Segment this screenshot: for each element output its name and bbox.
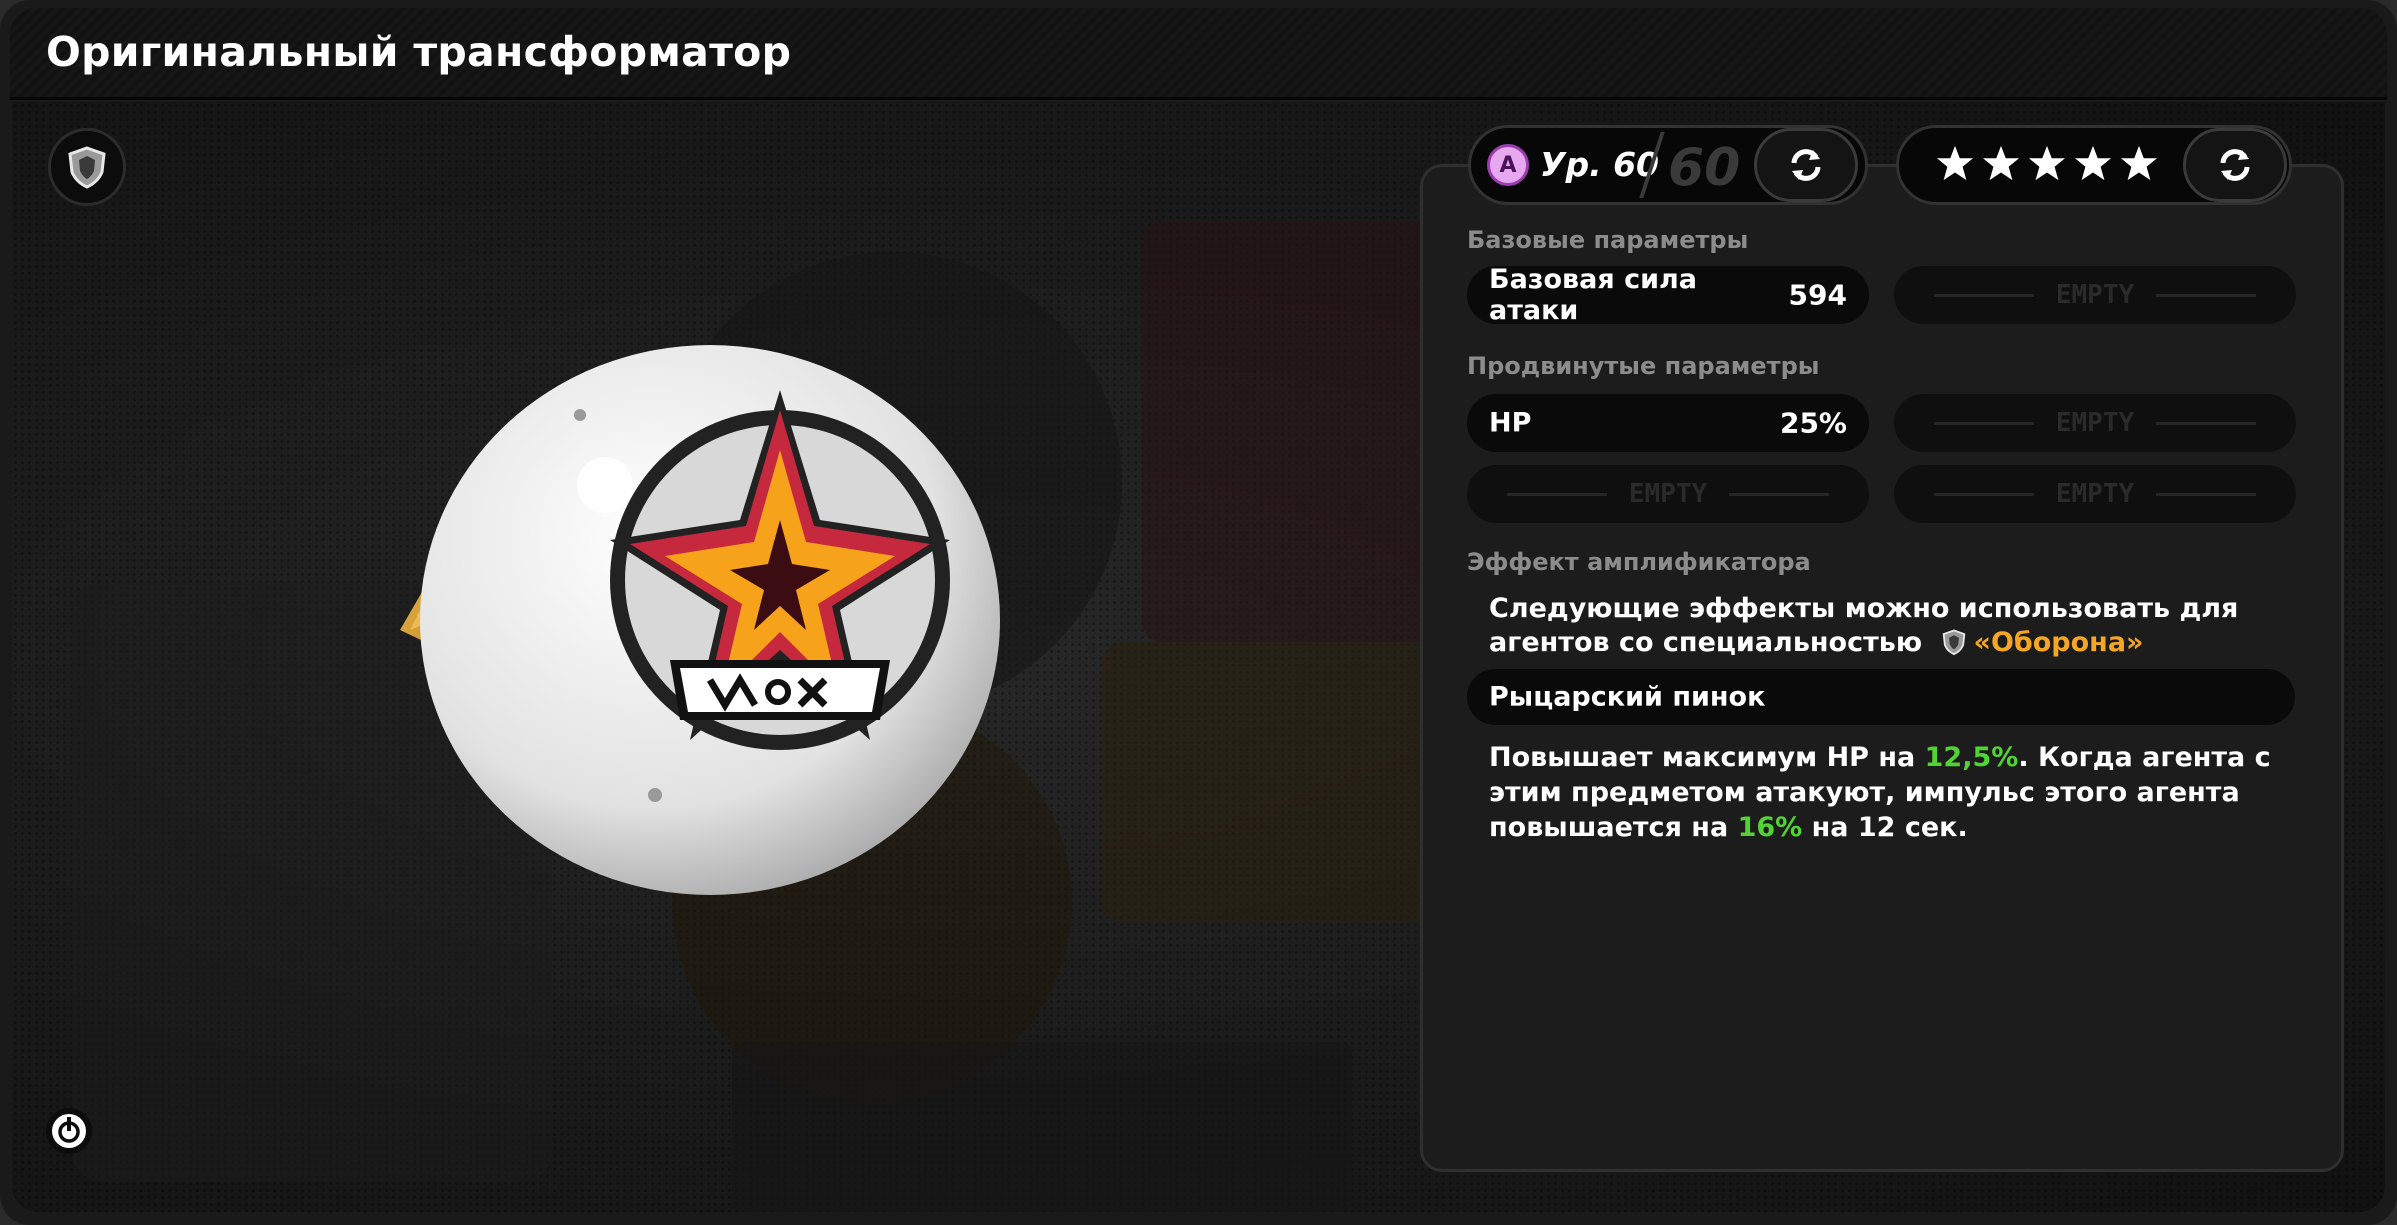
stat-value: 594 [1788,278,1847,312]
power-button[interactable] [46,1108,92,1154]
skill-name: Рыцарский пинок [1489,681,1766,713]
amplifier-description: Следующие эффекты можно использовать для… [1489,592,2289,660]
empty-label: EMPTY [2055,479,2135,509]
specialty-name: «Оборона» [1973,627,2144,658]
empty-stat-slot: EMPTY [1894,394,2296,452]
page-title: Оригинальный трансформатор [46,28,792,76]
advanced-params-label: Продвинутые параметры [1467,352,1820,380]
rank-badge: A [1487,144,1529,186]
title-bar: Оригинальный трансформатор [10,8,2387,100]
rating-stars [1936,144,2158,182]
base-params-label: Базовые параметры [1467,226,1749,254]
stat-name: Базовая сила атаки [1489,264,1697,326]
base-attack-stat: Базовая сила атаки 594 [1467,264,1869,326]
skill-value: 12,5% [1924,742,2019,773]
shield-icon [68,146,106,189]
power-icon [52,1114,86,1148]
item-detail-window: Оригинальный трансформатор A Ур. 60 60 Б… [0,0,2397,1225]
amplifier-effect-label: Эффект амплификатора [1467,548,1811,576]
shield-icon [1942,629,1965,656]
level-refresh-button[interactable] [1754,128,1858,202]
empty-stat-slot: EMPTY [1894,266,2296,324]
empty-label: EMPTY [2055,408,2135,438]
stat-name: HP [1489,407,1532,439]
star-icon [1936,145,1974,181]
star-icon [2028,145,2066,181]
skill-text: Повышает максимум HP на [1489,742,1925,773]
item-model-disc[interactable] [390,340,1030,900]
empty-stat-slot: EMPTY [1467,465,1869,523]
refresh-icon [1791,149,1821,181]
skill-value: 16% [1737,812,1803,843]
star-icon [2120,145,2158,181]
specialty-filter-button[interactable] [48,128,126,206]
hp-stat: HP 25% [1467,394,1869,452]
empty-label: EMPTY [1628,479,1708,509]
level-max: 60 [1668,138,1741,198]
refresh-icon [2220,149,2250,181]
skill-description: Повышает максимум HP на 12,5%. Когда аге… [1489,740,2279,845]
level-current: Ур. 60 [1540,145,1660,184]
stat-value: 25% [1779,406,1847,440]
skill-name-pill: Рыцарский пинок [1467,669,2295,725]
skill-text: на 12 сек. [1802,812,1968,843]
stars-refresh-button[interactable] [2183,128,2287,202]
empty-label: EMPTY [2055,280,2135,310]
star-icon [2074,145,2112,181]
empty-stat-slot: EMPTY [1894,465,2296,523]
star-icon [1982,145,2020,181]
